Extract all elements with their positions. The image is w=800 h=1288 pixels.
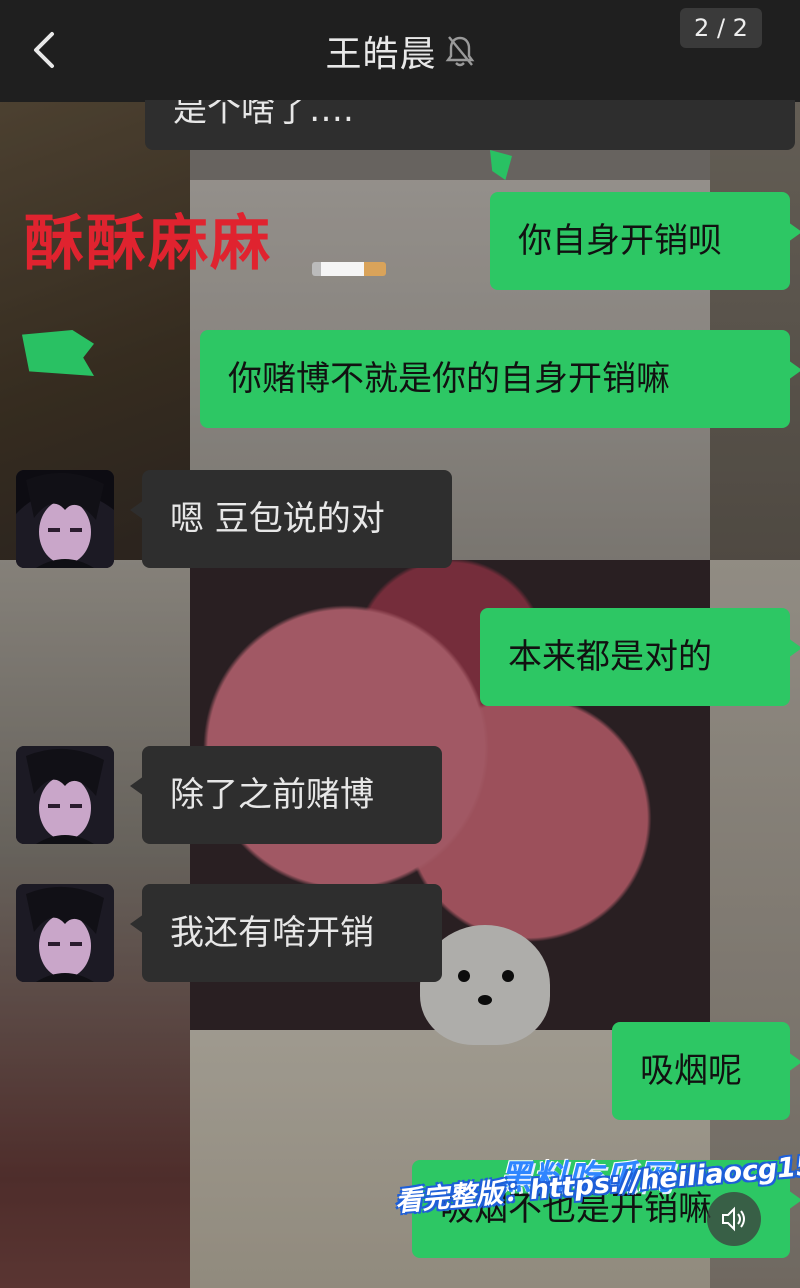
sticker-text: 酥酥麻麻 <box>24 209 272 279</box>
page-counter: 2 / 2 <box>680 8 762 48</box>
message-bubble-incoming-partial[interactable]: 是个啥了…. <box>145 100 795 150</box>
avatar[interactable] <box>16 746 114 844</box>
message-bubble-incoming[interactable]: 除了之前赌博 <box>130 746 442 844</box>
message-bubble-outgoing[interactable]: 本来都是对的 <box>480 608 800 706</box>
message-text: 嗯 豆包说的对 <box>170 499 385 539</box>
message-bubble-incoming[interactable]: 我还有啥开销 <box>130 884 442 982</box>
cigarette-sticker <box>312 262 386 276</box>
avatar-portrait-icon <box>16 470 114 568</box>
message-text: 吸烟呢 <box>640 1051 742 1091</box>
speaker-icon[interactable] <box>707 1192 761 1246</box>
chat-title: 王皓晨 <box>325 34 437 75</box>
speaker-glyph-icon <box>722 1206 745 1232</box>
avatar-portrait-icon <box>16 746 114 844</box>
message-text: 本来都是对的 <box>508 637 712 677</box>
message-text: 除了之前赌博 <box>170 775 374 815</box>
message-bubble-outgoing[interactable]: 你赌博不就是你的自身开销嘛 <box>200 330 800 428</box>
message-bubble-outgoing[interactable]: 你自身开销呗 <box>490 192 800 290</box>
avatar-portrait-icon <box>16 884 114 982</box>
message-text: 你赌博不就是你的自身开销嘛 <box>228 359 670 399</box>
message-text: 我还有啥开销 <box>170 913 374 953</box>
message-bubble-outgoing[interactable]: 吸烟呢 <box>612 1022 800 1120</box>
message-text: 是个啥了…. <box>173 100 354 130</box>
message-bubble-incoming[interactable]: 嗯 豆包说的对 <box>130 470 452 568</box>
avatar[interactable] <box>16 884 114 982</box>
mute-bell-icon <box>445 36 474 67</box>
avatar[interactable] <box>16 470 114 568</box>
chat-header: 王皓晨 2 / 2 <box>0 0 800 102</box>
message-text: 你自身开销呗 <box>518 221 722 261</box>
